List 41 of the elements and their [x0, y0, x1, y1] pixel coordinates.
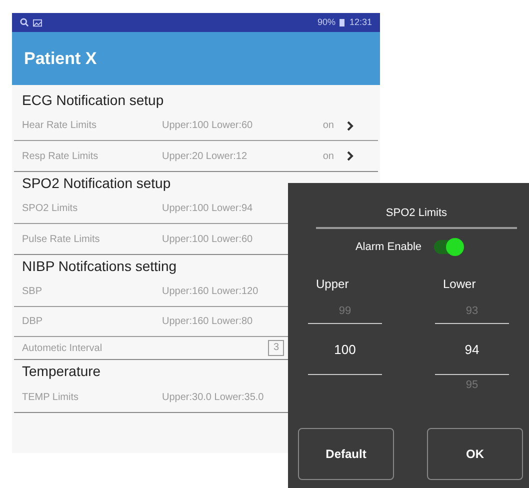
alarm-label: Alarm Enable: [355, 240, 422, 254]
battery-text: 90%: [317, 16, 336, 29]
number-picker[interactable]: 94: [464, 340, 480, 360]
number-picker[interactable]: 100: [334, 340, 356, 360]
limit-value: Upper:30.0 Lower:35.0: [162, 390, 265, 404]
row-label: Autometic Interval: [22, 342, 104, 356]
chevron-right-icon[interactable]: [346, 151, 354, 161]
row-label: DBP: [22, 315, 44, 329]
row-label: Hear Rate Limits: [22, 119, 98, 133]
section-heading: ECG Notification setup: [21, 91, 165, 110]
default-button[interactable]: Default: [298, 428, 394, 480]
row-label: Resp Rate Limits: [22, 150, 100, 164]
previous-value: 93: [466, 304, 478, 319]
row-label: SPO2 Limits: [22, 202, 79, 216]
limit-value: Upper:160 Lower:120: [162, 285, 260, 299]
battery-icon: [339, 18, 346, 27]
ok-button[interactable]: OK: [427, 428, 523, 480]
image-icon: [33, 18, 42, 26]
status-text: on: [322, 119, 334, 133]
search-icon: [20, 18, 29, 27]
section-heading: NIBP Notifcations setting: [21, 257, 178, 276]
column-label: Upper: [316, 276, 349, 293]
status-text: on: [322, 150, 334, 164]
app-title: Patient X: [24, 48, 97, 70]
clock-text: 12:31: [349, 16, 372, 29]
limit-value: Upper:20 Lower:12: [162, 150, 248, 164]
row-label: Pulse Rate Limits: [22, 232, 101, 246]
limit-value: Upper:100 Lower:60: [162, 232, 254, 246]
column-label: Lower: [443, 276, 476, 293]
limit-value: Upper:100 Lower:60: [162, 119, 254, 133]
row-label: SBP: [22, 285, 44, 299]
dialog-title: SPO2 Limits: [316, 183, 517, 228]
chevron-right-icon[interactable]: [346, 120, 354, 130]
section-heading: SPO2 Notification setup: [21, 174, 172, 193]
section-heading: Temperature: [21, 362, 102, 381]
limit-value: Upper:160 Lower:80: [162, 315, 254, 329]
limit-value: Upper:100 Lower:94: [162, 202, 254, 216]
alarm-toggle[interactable]: [434, 240, 462, 254]
previous-value: 99: [338, 304, 352, 319]
next-value: 95: [466, 378, 478, 393]
row-label: TEMP Limits: [22, 390, 80, 404]
